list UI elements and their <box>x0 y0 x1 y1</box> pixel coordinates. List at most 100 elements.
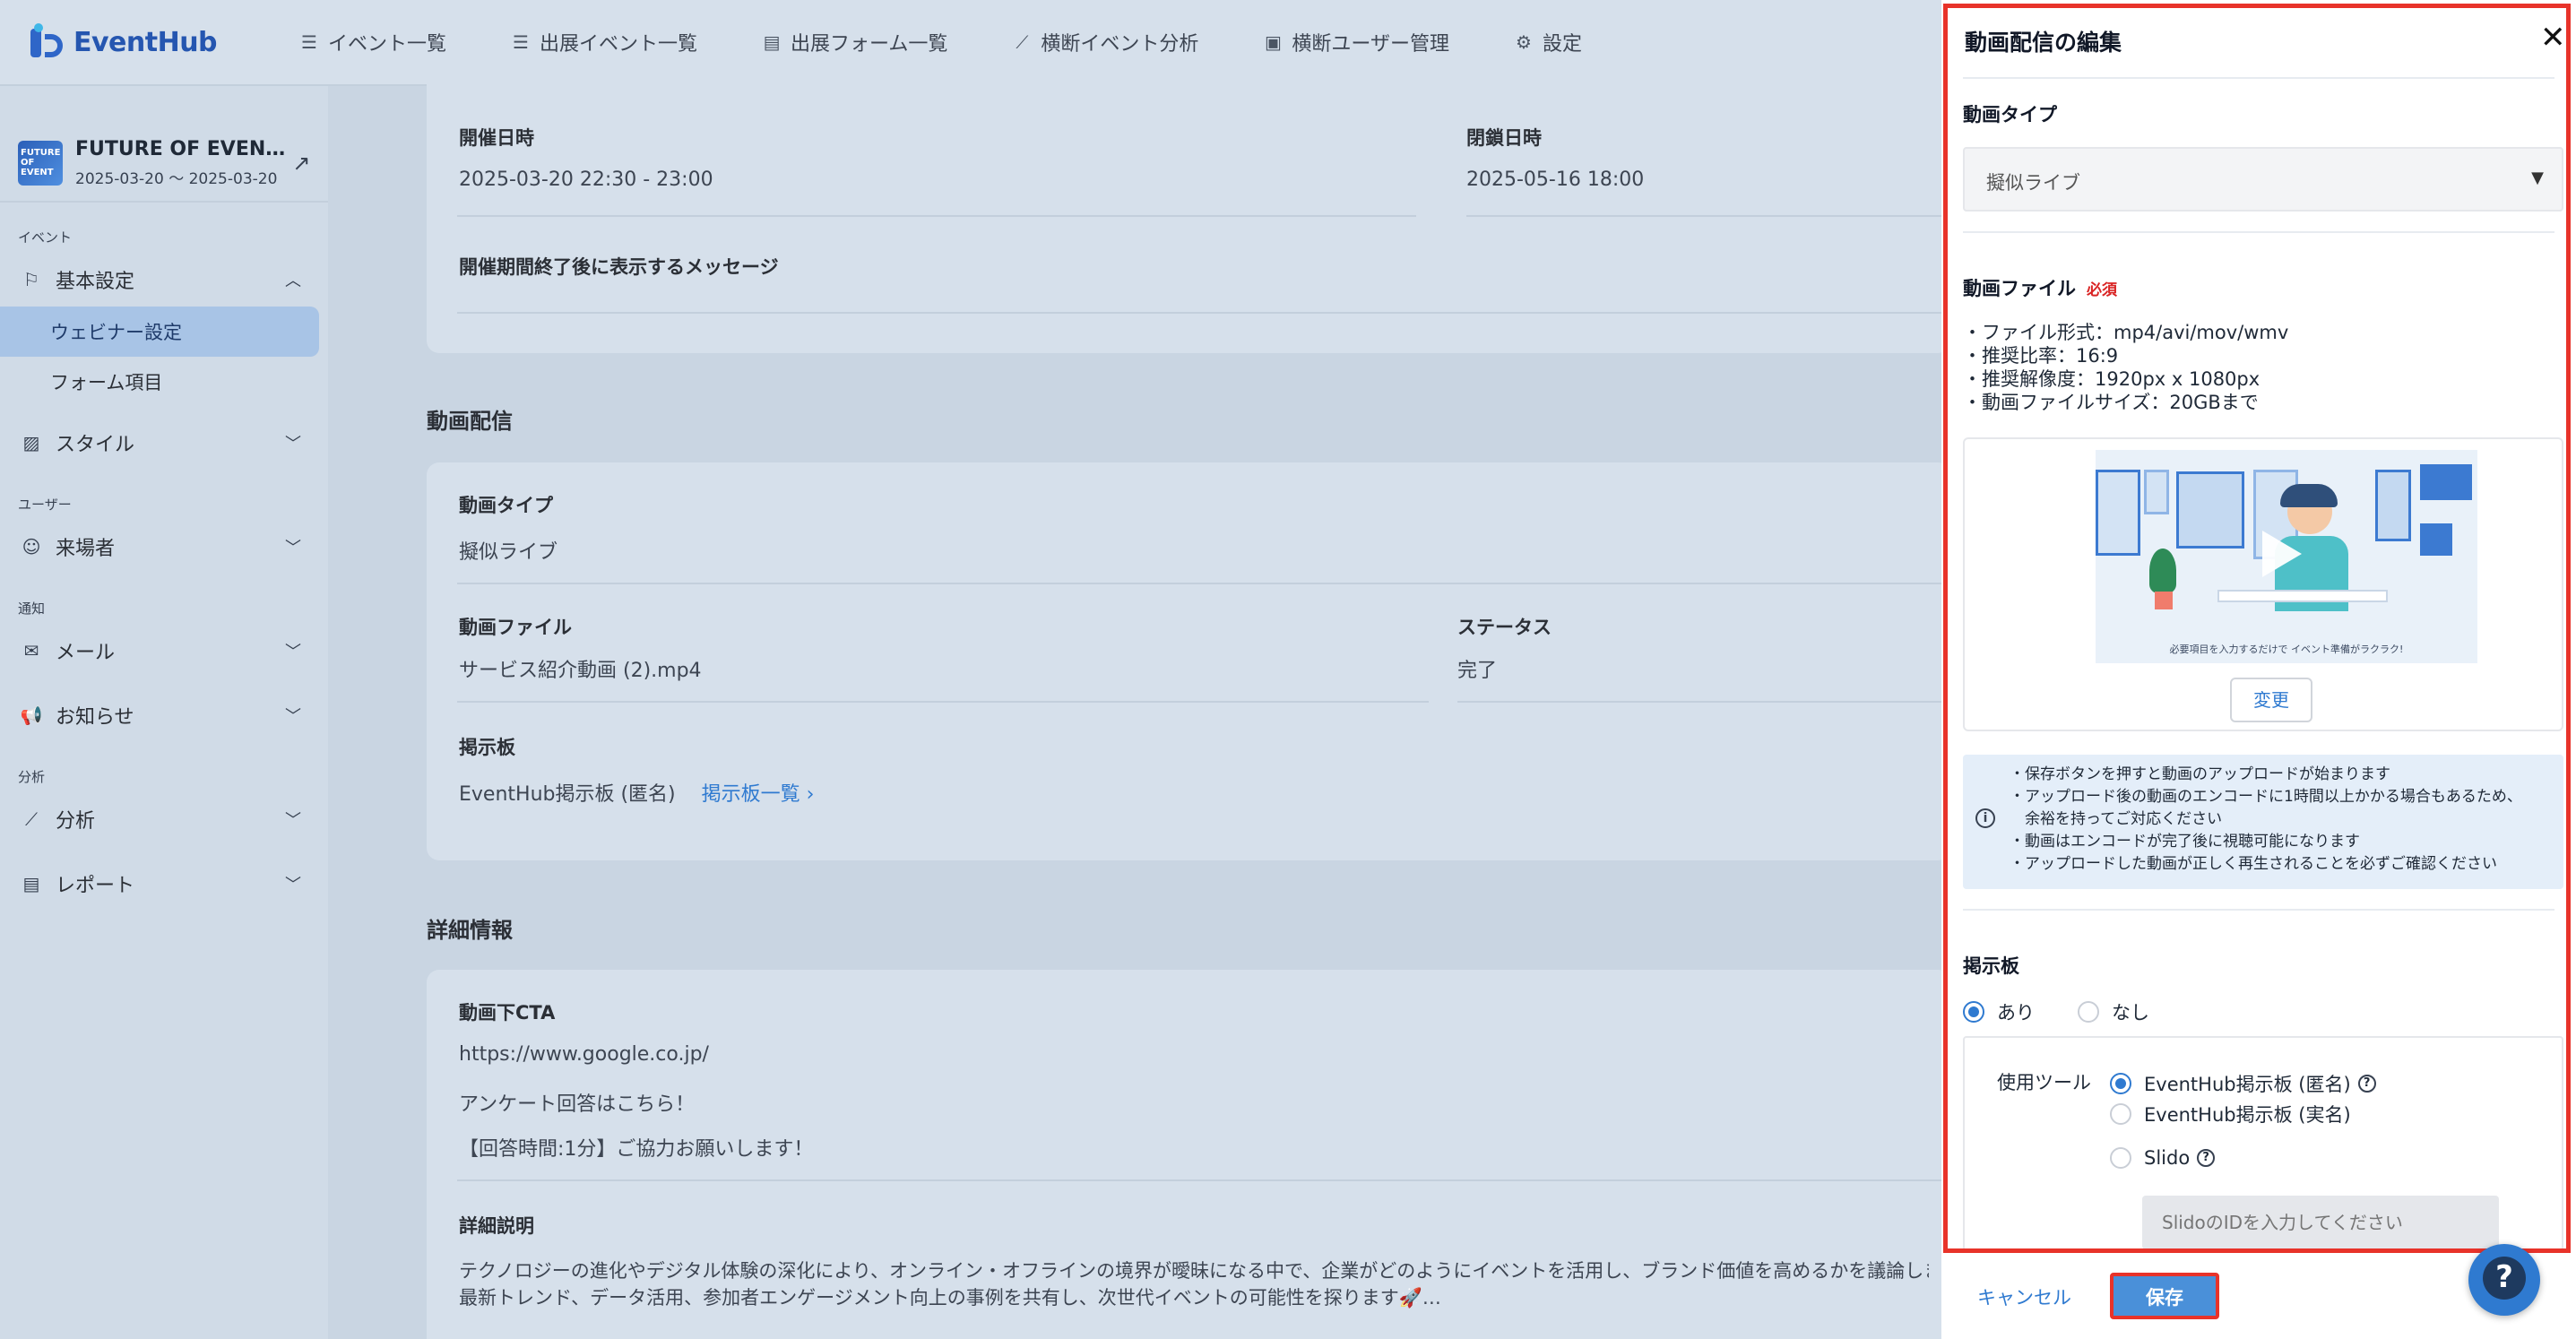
sidebar-item-label: お知らせ <box>56 706 134 729</box>
sidebar-section-analysis: 分析 <box>18 769 46 785</box>
radio-label: EventHub掲示板 (実名) <box>2144 1104 2351 1126</box>
help-circle-icon[interactable]: ? <box>2197 1149 2216 1167</box>
radio-unchecked <box>2078 1001 2099 1023</box>
cancel-button[interactable]: キャンセル <box>1977 1283 2071 1310</box>
close-icon[interactable]: ✕ <box>2540 20 2566 56</box>
description-label: 詳細説明 <box>459 1215 534 1237</box>
nav-cross-analysis[interactable]: ⟋ 横断イベント分析 <box>1012 28 1198 56</box>
event-thumbnail: FUTURE OF EVENT <box>18 141 63 186</box>
mail-icon: ✉ <box>23 640 39 661</box>
board-value: EventHub掲示板 (匿名) 掲示板一覧 › <box>459 778 814 807</box>
chevron-down-icon: ﹀ <box>285 811 301 830</box>
play-icon <box>2262 531 2302 577</box>
nav-exhibit-event-list[interactable]: ☰ 出展イベント一覧 <box>511 28 697 56</box>
video-thumbnail[interactable]: 必要項目を入力するだけで イベント準備がラクラク! <box>2096 450 2477 663</box>
radio-label: あり <box>1997 1002 2035 1024</box>
event-dates: 2025-03-20 〜 2025-03-20 <box>75 170 278 188</box>
user-card-icon: ▣ <box>1264 31 1282 53</box>
video-type-select[interactable]: 擬似ライブ ▼ <box>1963 147 2563 212</box>
close-date-label: 閉鎖日時 <box>1466 127 1542 149</box>
video-status-label: ステータス <box>1457 617 1552 638</box>
info-line: ・アップロードした動画が正しく再生されることを必ずご確認ください <box>2010 855 2497 873</box>
video-type-selected: 擬似ライブ <box>1986 172 2080 194</box>
sidebar-section-user: ユーザー <box>18 497 72 513</box>
image-icon: ▨ <box>22 432 40 454</box>
external-link-icon[interactable]: ↗ <box>292 151 310 176</box>
sidebar-item-webinar-settings[interactable]: ウェビナー設定 <box>0 307 319 357</box>
slido-id-input[interactable] <box>2142 1196 2499 1249</box>
panel-video-type-label: 動画タイプ <box>1963 104 2057 125</box>
nav-cross-user-management[interactable]: ▣ 横断ユーザー管理 <box>1263 28 1449 56</box>
sidebar-item-style[interactable]: ▨ スタイル ﹀ <box>0 416 328 470</box>
cta-url: https://www.google.co.jp/ <box>459 1043 709 1066</box>
description-line-2: 最新トレンド、データ活用、参加者エンゲージメント向上の事例を共有し、次世代イベン… <box>459 1287 1441 1309</box>
video-type-value: 擬似ライブ <box>459 541 558 564</box>
save-button[interactable]: 保存 <box>2110 1273 2219 1319</box>
list-icon: ☰ <box>301 31 317 53</box>
sidebar-item-label: 分析 <box>56 810 96 833</box>
tool-real-radio[interactable]: EventHub掲示板 (実名) <box>2110 1101 2351 1127</box>
sidebar-item-report[interactable]: ▤ レポート ﹀ <box>0 857 328 911</box>
edit-video-panel: 動画配信の編集 ✕ 動画タイプ 擬似ライブ ▼ 動画ファイル 必須 ・ファイル形式… <box>1941 0 2576 1339</box>
info-line: ・動画はエンコードが完了後に視聴可能になります <box>2010 833 2360 851</box>
change-video-button[interactable]: 変更 <box>2230 678 2312 722</box>
nav-label: 出展フォーム一覧 <box>791 33 948 56</box>
sidebar-item-visitors[interactable]: ☺ 来場者 ﹀ <box>0 520 328 574</box>
video-section-title: 動画配信 <box>427 409 513 434</box>
radio-label: なし <box>2112 1002 2149 1024</box>
post-event-message-label: 開催期間終了後に表示するメッセージ <box>459 256 779 278</box>
chevron-up-icon: ︿ <box>285 272 301 290</box>
nav-settings[interactable]: ⚙ 設定 <box>1514 28 1582 56</box>
video-preview-box: 必要項目を入力するだけで イベント準備がラクラク! 変更 <box>1963 437 2563 731</box>
info-icon: i <box>1975 808 1995 828</box>
chevron-down-icon: ﹀ <box>285 643 301 661</box>
sidebar: FUTURE OF EVENT FUTURE OF EVEN… 2025-03-… <box>0 86 328 1339</box>
sidebar-item-label: スタイル <box>56 434 135 456</box>
video-file-value: サービス紹介動画 (2).mp4 <box>459 660 702 682</box>
event-card[interactable]: FUTURE OF EVENT FUTURE OF EVEN… 2025-03-… <box>0 86 328 203</box>
radio-unchecked <box>2110 1147 2131 1169</box>
help-chat-button[interactable]: ? <box>2468 1244 2540 1316</box>
sidebar-item-label: 基本設定 <box>56 271 135 293</box>
radio-unchecked <box>2110 1103 2131 1125</box>
nav-event-list[interactable]: ☰ イベント一覧 <box>299 28 446 56</box>
nav-label: 設定 <box>1542 33 1582 56</box>
radio-label: Slido <box>2144 1147 2191 1169</box>
chevron-down-icon: ﹀ <box>285 707 301 726</box>
question-icon: ? <box>2483 1257 2526 1300</box>
tool-label: 使用ツール <box>1997 1072 2091 1093</box>
board-list-link[interactable]: 掲示板一覧 › <box>702 783 815 806</box>
sidebar-item-label: メール <box>56 642 116 664</box>
info-line: ・保存ボタンを押すと動画のアップロードが始まります <box>2010 765 2390 783</box>
sidebar-item-mail[interactable]: ✉ メール ﹀ <box>0 624 328 678</box>
upload-info-box: i ・保存ボタンを押すと動画のアップロードが始まります ・アップロード後の動画の… <box>1963 755 2563 889</box>
video-status-value: 完了 <box>1457 660 1498 682</box>
board-no-radio[interactable]: なし <box>2078 998 2149 1025</box>
nav-exhibit-form-list[interactable]: ▤ 出展フォーム一覧 <box>762 28 948 56</box>
app-logo[interactable]: EventHub <box>30 23 299 59</box>
radio-checked <box>2110 1073 2131 1094</box>
list-icon: ☰ <box>513 31 529 53</box>
person-icon: ☺ <box>22 536 41 557</box>
video-card: 動画タイプ 擬似ライブ 動画ファイル サービス紹介動画 (2).mp4 ステータ… <box>427 462 1950 860</box>
details-section-title: 詳細情報 <box>427 918 513 943</box>
panel-title: 動画配信の編集 <box>1965 30 2122 56</box>
open-date-value: 2025-03-20 22:30 - 23:00 <box>459 168 713 191</box>
sidebar-item-analytics[interactable]: ⟋ 分析 ﹀ <box>0 792 328 846</box>
close-date-value: 2025-05-16 18:00 <box>1466 168 1645 191</box>
board-yes-radio[interactable]: あり <box>1963 998 2035 1025</box>
sidebar-item-news[interactable]: 📢 お知らせ ﹀ <box>0 688 328 742</box>
video-file-label: 動画ファイル <box>459 617 572 638</box>
radio-label: EventHub掲示板 (匿名) <box>2144 1074 2351 1095</box>
tool-slido-radio[interactable]: Slido ? <box>2110 1147 2216 1169</box>
info-line: ・アップロード後の動画のエンコードに1時間以上かかる場合もあるため、 <box>2010 788 2522 806</box>
sidebar-item-form-fields[interactable]: フォーム項目 <box>0 357 319 407</box>
tool-anon-radio[interactable]: EventHub掲示板 (匿名) ? <box>2110 1070 2376 1097</box>
sidebar-item-basic-settings[interactable]: ⚐ 基本設定 ︿ <box>0 253 328 307</box>
details-card: 動画下CTA https://www.google.co.jp/ アンケート回答… <box>427 970 1950 1339</box>
open-date-label: 開催日時 <box>459 127 534 149</box>
flag-icon: ⚐ <box>23 269 39 290</box>
help-circle-icon[interactable]: ? <box>2357 1075 2376 1093</box>
gear-icon: ⚙ <box>1515 31 1532 53</box>
panel-video-file-label: 動画ファイル 必須 <box>1963 278 2117 299</box>
